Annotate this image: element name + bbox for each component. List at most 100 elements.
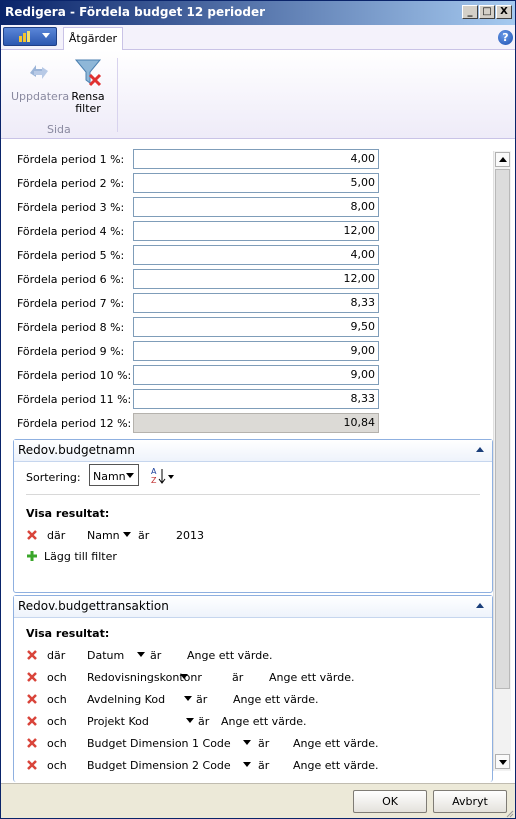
dialog-footer: OK Avbryt <box>1 783 515 818</box>
filter-field[interactable]: Budget Dimension 2 Code <box>87 759 231 772</box>
add-icon[interactable] <box>26 550 38 562</box>
filter-operator: är <box>232 671 244 684</box>
period-3-input[interactable]: 8,00 <box>133 197 379 217</box>
filter-operator: är <box>150 649 162 662</box>
svg-text:A: A <box>151 467 157 476</box>
filter-field[interactable]: Budget Dimension 1 Code <box>87 737 231 750</box>
tab-actions[interactable]: Åtgärder <box>63 27 123 50</box>
maximize-button[interactable]: □ <box>479 5 495 19</box>
filter-field[interactable]: Avdelning Kod <box>87 693 165 706</box>
filter-operator: är <box>198 715 210 728</box>
clear-filter-button[interactable]: Rensa filter <box>67 57 109 115</box>
filter-value[interactable]: Ange ett värde. <box>221 715 306 728</box>
filter-value[interactable]: Ange ett värde. <box>293 737 378 750</box>
filter-operator: är <box>258 759 270 772</box>
filter-field[interactable]: Namn <box>87 529 120 542</box>
filter-operator: är <box>196 693 208 706</box>
ribbon-group-separator <box>117 58 118 132</box>
arrow-down-icon <box>499 760 507 765</box>
collapse-icon[interactable] <box>476 447 484 452</box>
results-label: Visa resultat: <box>26 627 110 640</box>
filter-prefix: och <box>47 693 67 706</box>
add-filter-link[interactable]: Lägg till filter <box>44 550 117 563</box>
cancel-button[interactable]: Avbryt <box>433 790 507 813</box>
ribbon-group-label: Sida <box>47 123 71 136</box>
period-label: Fördela period 8 %: <box>17 321 125 334</box>
period-10-input[interactable]: 9,00 <box>133 365 379 385</box>
period-label: Fördela period 4 %: <box>17 225 125 238</box>
period-8-input[interactable]: 9,50 <box>133 317 379 337</box>
refresh-icon <box>30 65 48 79</box>
chevron-down-icon[interactable] <box>243 762 251 767</box>
filter-field[interactable]: Datum <box>87 649 124 662</box>
period-label: Fördela period 2 %: <box>17 177 125 190</box>
remove-filter-icon[interactable] <box>26 671 38 683</box>
filter-field[interactable]: Projekt Kod <box>87 715 149 728</box>
resize-grip-icon[interactable] <box>506 810 514 818</box>
filter-value[interactable]: 2013 <box>176 529 204 542</box>
period-5-input[interactable]: 4,00 <box>133 245 379 265</box>
remove-filter-icon[interactable] <box>26 715 38 727</box>
close-button[interactable]: X <box>496 5 512 19</box>
remove-filter-icon[interactable] <box>26 759 38 771</box>
panel-title: Redov.budgetnamn <box>18 443 135 457</box>
panel-title: Redov.budgettransaktion <box>18 599 169 613</box>
application-menu-button[interactable] <box>3 27 57 46</box>
period-label: Fördela period 12 %: <box>17 417 132 430</box>
filter-value[interactable]: Ange ett värde. <box>233 693 318 706</box>
results-label: Visa resultat: <box>26 507 110 520</box>
sort-order-icon[interactable]: A Z <box>150 466 176 486</box>
update-button[interactable]: Uppdatera <box>11 57 70 103</box>
period-label: Fördela period 3 %: <box>17 201 125 214</box>
filter-operator: är <box>258 737 270 750</box>
scroll-up-button[interactable] <box>495 152 510 167</box>
chevron-down-icon[interactable] <box>184 696 192 701</box>
scroll-down-button[interactable] <box>495 754 510 769</box>
panel-header[interactable]: Redov.budgettransaktion <box>14 596 492 618</box>
filter-operator: är <box>138 529 150 542</box>
period-2-input[interactable]: 5,00 <box>133 173 379 193</box>
period-label: Fördela period 5 %: <box>17 249 125 262</box>
panel-header[interactable]: Redov.budgetnamn <box>14 440 492 462</box>
period-label: Fördela period 1 %: <box>17 153 125 166</box>
remove-filter-icon[interactable] <box>26 649 38 661</box>
ok-button[interactable]: OK <box>353 790 427 813</box>
period-label: Fördela period 9 %: <box>17 345 125 358</box>
period-label: Fördela period 6 %: <box>17 273 125 286</box>
period-4-input[interactable]: 12,00 <box>133 221 379 241</box>
chevron-down-icon[interactable] <box>180 674 188 679</box>
help-icon[interactable]: ? <box>498 30 513 45</box>
chevron-down-icon[interactable] <box>243 740 251 745</box>
period-6-input[interactable]: 12,00 <box>133 269 379 289</box>
filter-value[interactable]: Ange ett värde. <box>187 649 272 662</box>
clear-filter-icon <box>74 59 102 87</box>
chevron-down-icon[interactable] <box>123 532 131 537</box>
update-label: Uppdatera <box>11 90 70 103</box>
budget-entry-filter-panel: Redov.budgettransaktion Visa resultat: d… <box>13 595 493 782</box>
sort-label: Sortering: <box>26 471 81 484</box>
chevron-down-icon <box>126 473 134 478</box>
chevron-down-icon[interactable] <box>137 652 145 657</box>
filter-value[interactable]: Ange ett värde. <box>293 759 378 772</box>
remove-filter-icon[interactable] <box>26 737 38 749</box>
remove-filter-icon[interactable] <box>26 693 38 705</box>
period-7-input[interactable]: 8,33 <box>133 293 379 313</box>
filter-prefix: där <box>47 529 66 542</box>
filter-value[interactable]: Ange ett värde. <box>269 671 354 684</box>
chevron-down-icon[interactable] <box>186 718 194 723</box>
period-1-input[interactable]: 4,00 <box>133 149 379 169</box>
vertical-scrollbar[interactable] <box>493 151 511 771</box>
period-9-input[interactable]: 9,00 <box>133 341 379 361</box>
sort-select-value: Namn <box>93 470 126 483</box>
period-11-input[interactable]: 8,33 <box>133 389 379 409</box>
remove-filter-icon[interactable] <box>26 529 38 541</box>
filter-prefix: och <box>47 737 67 750</box>
period-label: Fördela period 10 %: <box>17 369 132 382</box>
scroll-thumb[interactable] <box>495 169 510 689</box>
collapse-icon[interactable] <box>476 603 484 608</box>
minimize-button[interactable]: _ <box>462 5 478 19</box>
sort-select[interactable]: Namn <box>89 464 139 486</box>
filter-prefix: och <box>47 759 67 772</box>
chevron-down-icon <box>42 33 50 38</box>
filter-prefix: och <box>47 671 67 684</box>
